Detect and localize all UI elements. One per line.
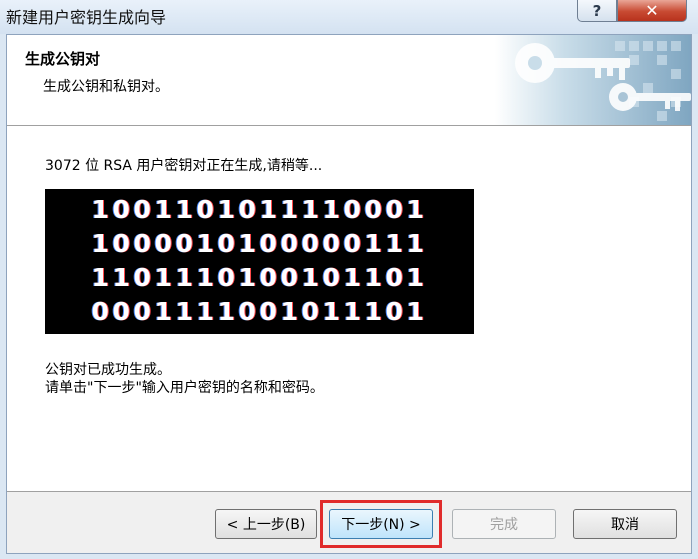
key-generation-animation: 1001101011110001 1000010100000111 110111…	[45, 189, 474, 334]
keys-icon	[495, 35, 691, 125]
close-icon: ✕	[645, 1, 659, 20]
cancel-button[interactable]: 取消	[573, 509, 677, 539]
help-button[interactable]: ?	[577, 0, 617, 22]
success-message: 公钥对已成功生成。	[45, 362, 171, 378]
page-title: 生成公钥对	[25, 50, 101, 68]
next-instruction: 请单击"下一步"输入用户密钥的名称和密码。	[45, 380, 324, 396]
bit-row: 0001111001011101	[91, 297, 428, 326]
generation-status: 3072 位 RSA 用户密钥对正在生成,请稍等...	[45, 158, 323, 174]
wizard-content: 生成公钥对 生成公钥和私钥对。 3072 位 RSA 用户密钥对正在生成,请稍等…	[6, 34, 692, 554]
wizard-header: 生成公钥对 生成公钥和私钥对。	[7, 35, 691, 126]
next-button[interactable]: 下一步(N) >	[329, 509, 433, 539]
wizard-window: 新建用户密钥生成向导 ? ✕ 生成公钥对 生成公钥和私钥对。 3072 位 RS…	[0, 0, 698, 559]
finish-button[interactable]: 完成	[452, 509, 556, 539]
page-subtitle: 生成公钥和私钥对。	[43, 79, 169, 95]
bit-row: 1000010100000111	[91, 229, 428, 258]
bit-row: 1101110100101101	[91, 263, 428, 292]
close-button[interactable]: ✕	[617, 0, 687, 22]
button-bar: < 上一步(B) 下一步(N) > 完成 取消	[7, 491, 691, 553]
window-title: 新建用户密钥生成向导	[6, 8, 167, 27]
help-icon: ?	[592, 1, 602, 20]
bit-row: 1001101011110001	[91, 195, 428, 224]
title-bar: 新建用户密钥生成向导 ? ✕	[0, 0, 698, 34]
wizard-body: 3072 位 RSA 用户密钥对正在生成,请稍等... 100110101111…	[7, 127, 691, 493]
back-button[interactable]: < 上一步(B)	[215, 509, 317, 539]
